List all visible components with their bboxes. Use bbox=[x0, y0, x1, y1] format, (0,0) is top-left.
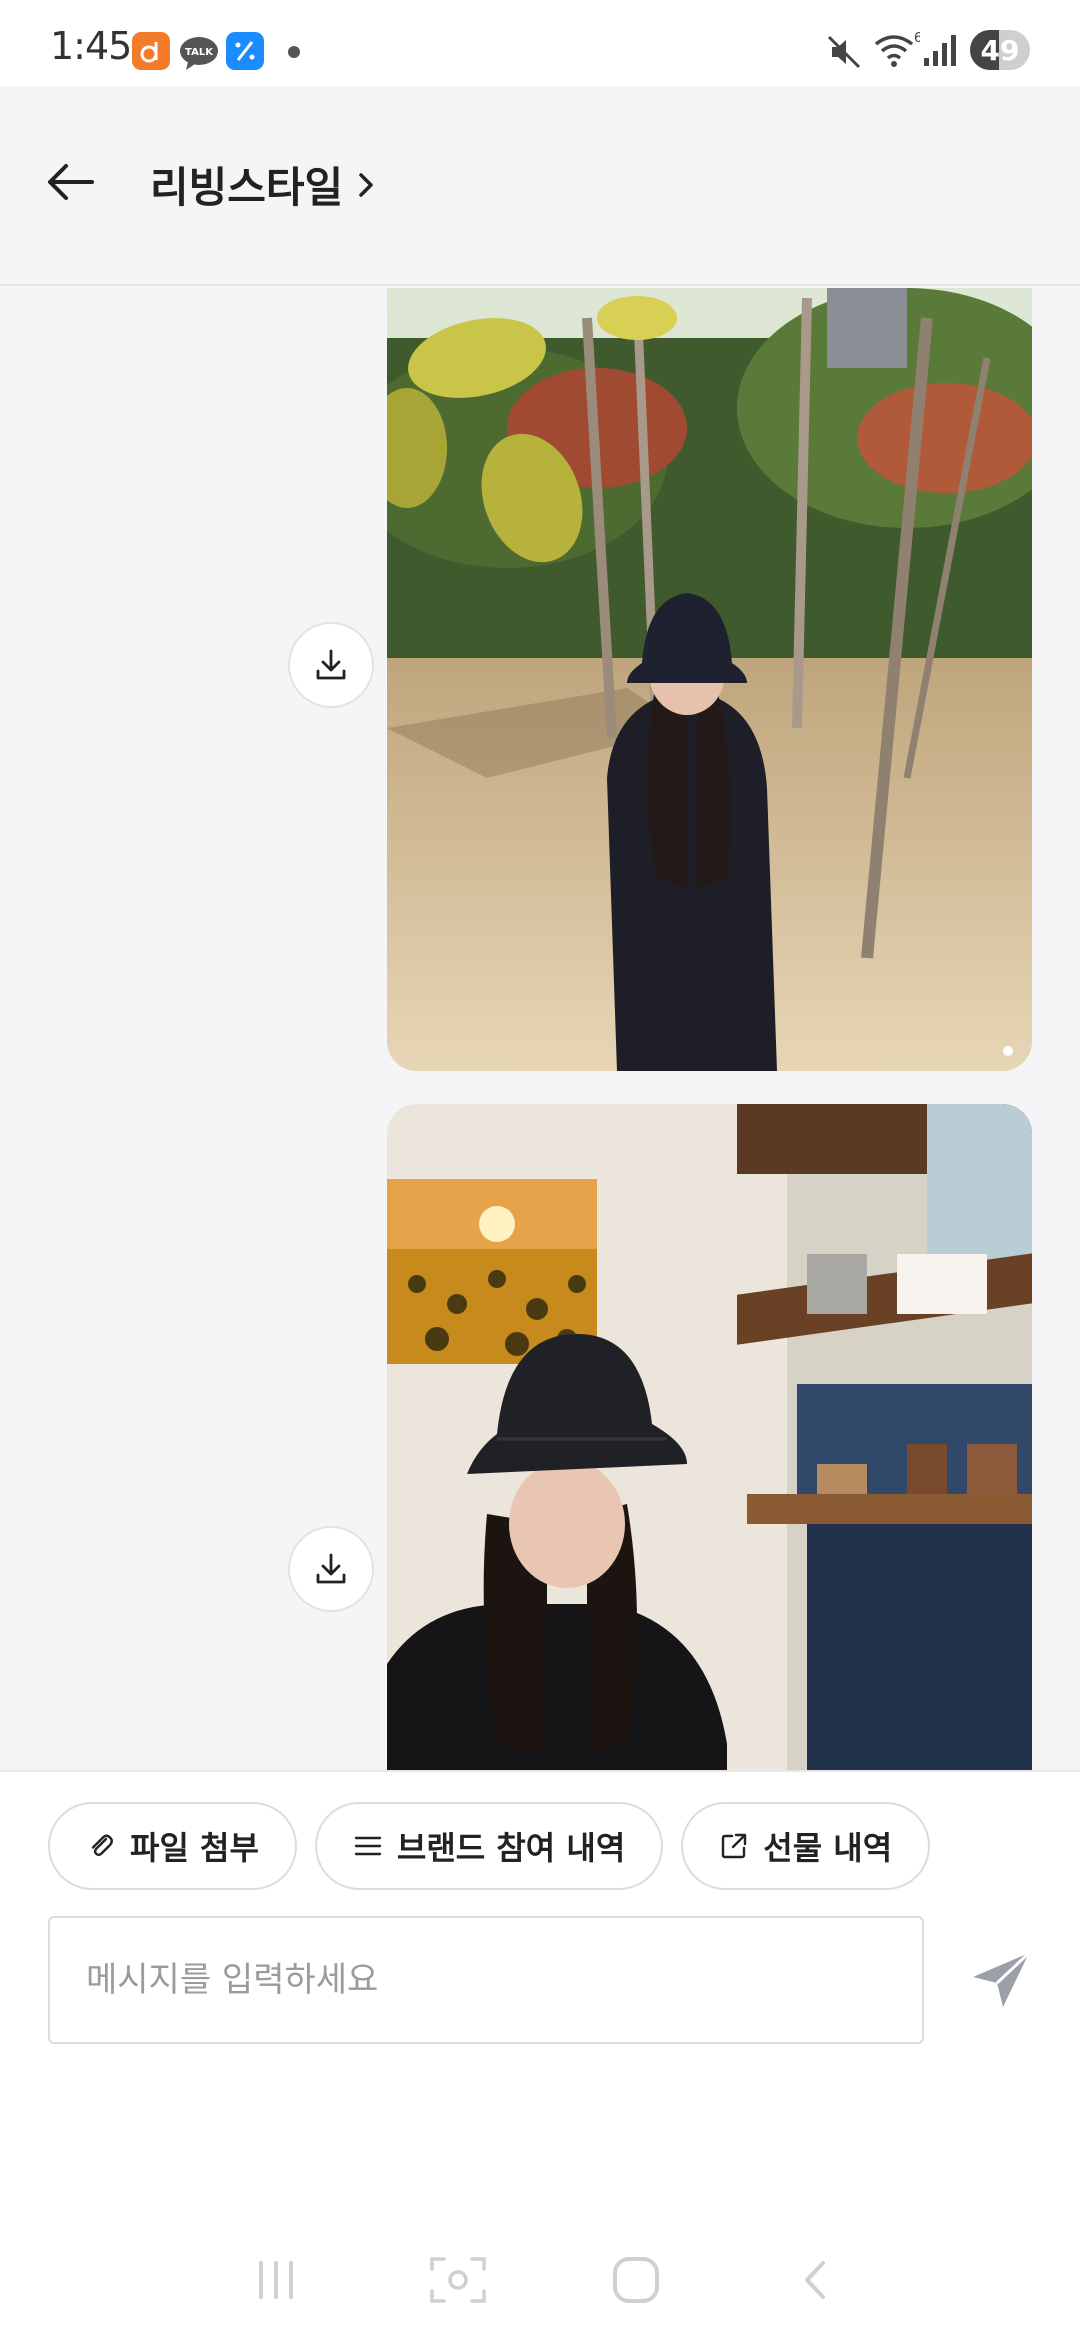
system-back-button[interactable] bbox=[776, 2240, 856, 2320]
photo-woman-bucket-hat-outdoor[interactable] bbox=[387, 288, 1032, 1071]
recent-apps-button[interactable] bbox=[236, 2240, 316, 2320]
quick-action-chips: 파일 첨부 브랜드 참여 내역 선물 내역 bbox=[48, 1802, 931, 1890]
send-button[interactable] bbox=[960, 1938, 1044, 2022]
brand-participation-label: 브랜드 참여 내역 bbox=[396, 1829, 626, 1867]
app-orange-icon bbox=[132, 32, 170, 70]
status-bar: 1:45 TALK 6 49 bbox=[0, 0, 1080, 86]
download-button[interactable] bbox=[288, 1526, 374, 1612]
signal-icon bbox=[924, 35, 956, 66]
recent-apps-icon bbox=[259, 2261, 293, 2299]
message-input[interactable] bbox=[48, 1916, 924, 2044]
system-navbar bbox=[0, 2220, 1080, 2340]
talk-icon: TALK bbox=[178, 34, 220, 72]
gift-history-label: 선물 내역 bbox=[763, 1829, 893, 1867]
attach-file-label: 파일 첨부 bbox=[130, 1829, 259, 1867]
paperclip-icon bbox=[91, 1834, 113, 1857]
send-icon bbox=[973, 1951, 1031, 2007]
screen-capture-icon bbox=[430, 2257, 486, 2303]
chat-title[interactable]: 리빙스타일 bbox=[150, 154, 381, 215]
svg-text:TALK: TALK bbox=[185, 47, 214, 58]
chevron-right-icon bbox=[359, 172, 373, 197]
back-button[interactable] bbox=[40, 150, 104, 214]
menu-lines-icon bbox=[354, 1836, 382, 1856]
download-button[interactable] bbox=[288, 622, 374, 708]
chat-header: 리빙스타일 bbox=[0, 86, 1080, 286]
battery-icon: 49 bbox=[970, 30, 1030, 70]
notification-dot-icon bbox=[288, 46, 300, 58]
chat-title-text: 리빙스타일 bbox=[150, 163, 344, 212]
gift-history-button[interactable]: 선물 내역 bbox=[681, 1802, 931, 1890]
arrow-left-icon bbox=[48, 164, 94, 200]
attach-file-button[interactable]: 파일 첨부 bbox=[48, 1802, 297, 1890]
wifi-icon: 6 bbox=[874, 31, 920, 67]
battery-text: 49 bbox=[980, 34, 1020, 67]
download-icon bbox=[316, 1553, 346, 1584]
brand-participation-button[interactable]: 브랜드 참여 내역 bbox=[314, 1802, 664, 1890]
home-button[interactable] bbox=[596, 2240, 676, 2320]
back-icon bbox=[805, 2261, 825, 2299]
chat-messages[interactable] bbox=[0, 288, 1080, 1770]
image-indicator-dot bbox=[1003, 1046, 1013, 1056]
download-icon bbox=[316, 649, 346, 680]
photo-woman-bucket-hat-cafe[interactable] bbox=[387, 1104, 1032, 1770]
home-icon bbox=[613, 2257, 659, 2303]
screen-capture-button[interactable] bbox=[418, 2240, 498, 2320]
mute-icon bbox=[827, 35, 861, 69]
external-link-icon bbox=[722, 1833, 747, 1859]
svg-text:6: 6 bbox=[914, 31, 920, 46]
app-blue-icon bbox=[226, 32, 264, 70]
status-time: 1:45 bbox=[50, 24, 132, 68]
